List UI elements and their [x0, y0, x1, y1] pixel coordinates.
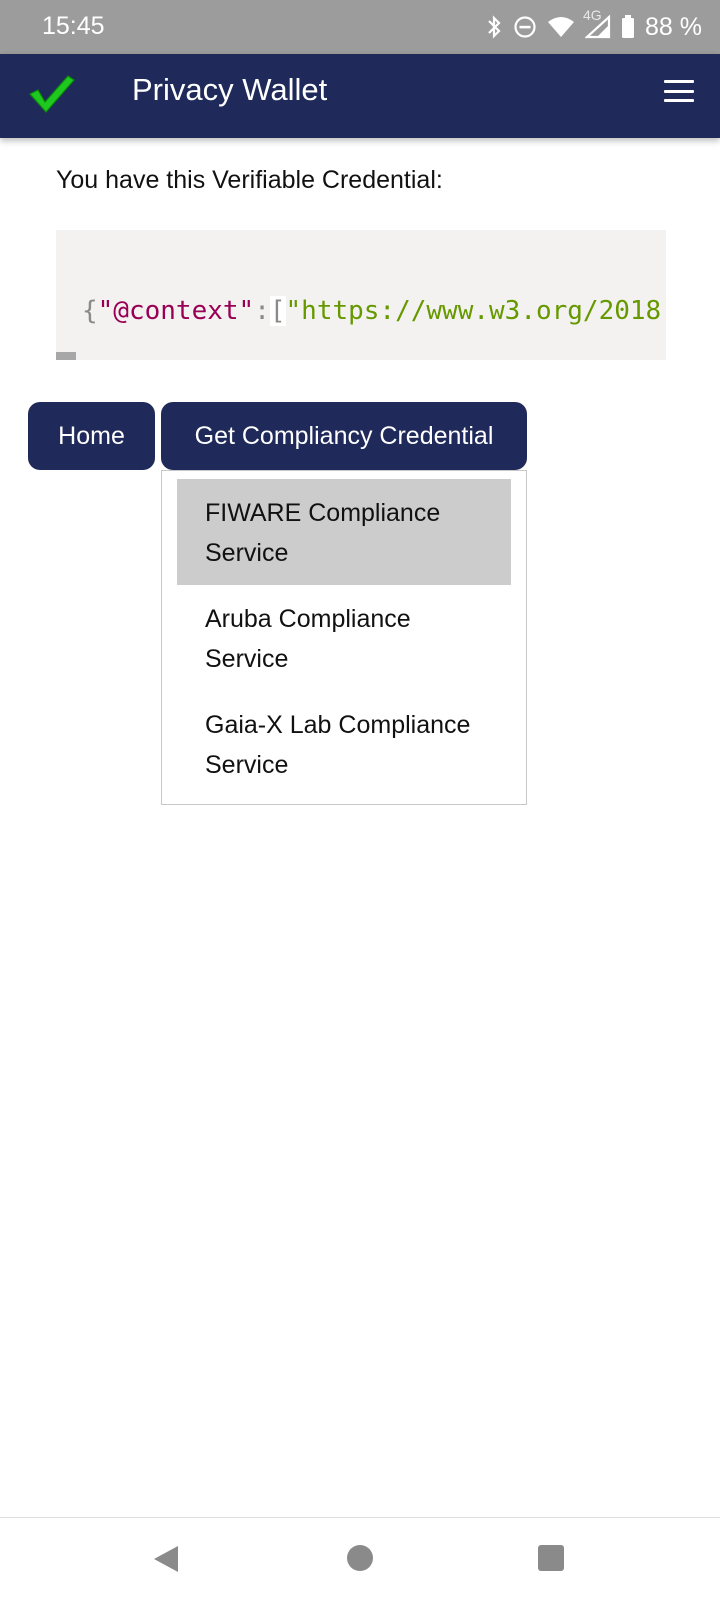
battery-percentage: 88 % [645, 12, 702, 41]
bluetooth-icon [485, 15, 503, 39]
system-nav-bar [0, 1517, 720, 1601]
dropdown-item-aruba[interactable]: Aruba Compliance Service [177, 585, 511, 691]
dropdown-item-fiware[interactable]: FIWARE Compliance Service [177, 479, 511, 585]
home-icon[interactable] [347, 1545, 373, 1571]
checkmark-icon [28, 72, 76, 121]
network-label: 4G [583, 7, 602, 23]
wifi-icon [547, 15, 575, 39]
app-bar: Privacy Wallet [0, 54, 720, 138]
credential-intro-text: You have this Verifiable Credential: [56, 166, 443, 194]
app-title: Privacy Wallet [132, 72, 328, 107]
horizontal-scrollbar[interactable] [56, 352, 76, 360]
code-open-bracket: [ [269, 296, 286, 326]
credential-code-block[interactable]: {"@context":["https://www.w3.org/2018 [56, 230, 666, 360]
recent-apps-icon[interactable] [538, 1545, 564, 1571]
home-button[interactable]: Home [28, 402, 155, 470]
status-time: 15:45 [42, 12, 105, 40]
compliance-service-dropdown: FIWARE Compliance Service Aruba Complian… [161, 470, 527, 805]
code-context-key: "@context" [97, 296, 255, 326]
dropdown-item-gaia-x-lab[interactable]: Gaia-X Lab Compliance Service [177, 691, 511, 797]
hamburger-menu-icon[interactable] [664, 76, 694, 106]
cell-signal-icon: 4G [583, 7, 611, 39]
code-context-value: "https://www.w3.org/2018 [285, 296, 662, 326]
do-not-disturb-icon [513, 15, 537, 39]
status-icons: 4G 88 % [485, 7, 702, 44]
status-bar: 15:45 4G 88 % [0, 0, 720, 54]
battery-icon [621, 15, 635, 39]
credential-json: {"@context":["https://www.w3.org/2018 [82, 296, 661, 326]
back-icon[interactable] [152, 1544, 180, 1579]
code-open-brace: { [82, 296, 98, 326]
code-colon: : [254, 296, 270, 326]
get-compliancy-credential-button[interactable]: Get Compliancy Credential [161, 402, 527, 470]
